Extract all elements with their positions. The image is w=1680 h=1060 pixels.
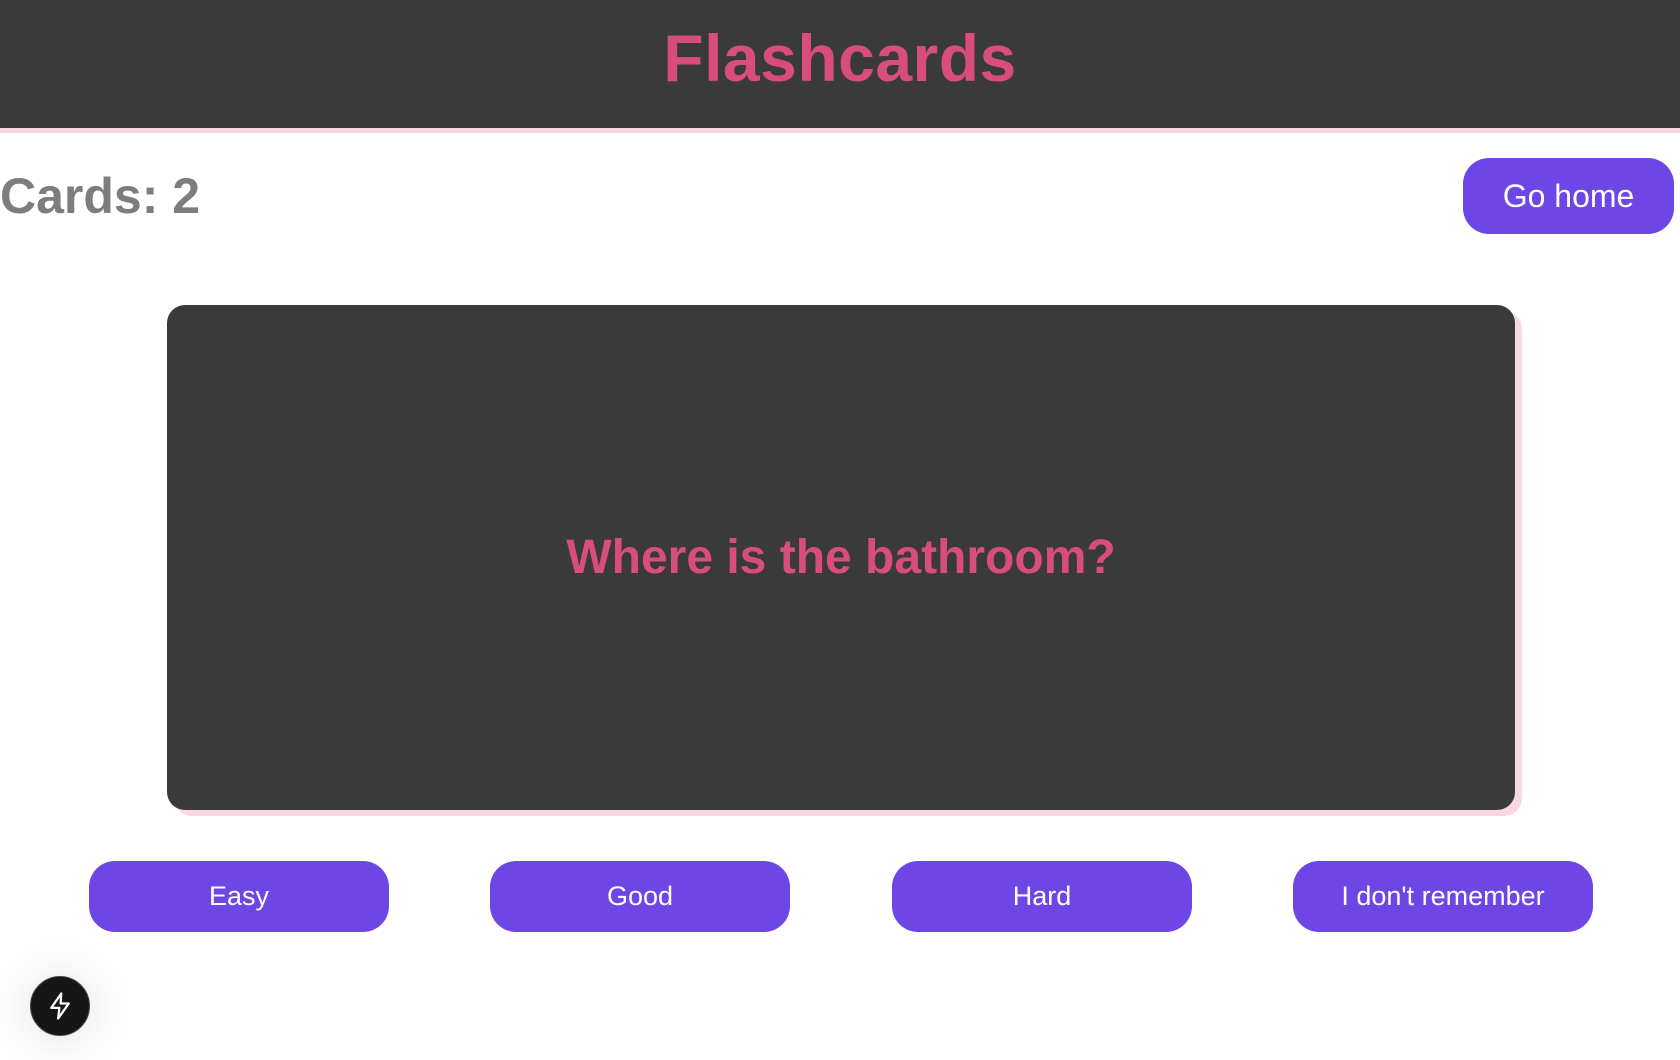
app-header: Flashcards — [0, 0, 1680, 133]
easy-button[interactable]: Easy — [89, 861, 389, 932]
page-title: Flashcards — [663, 21, 1017, 95]
dev-tools-badge[interactable] — [30, 976, 90, 1036]
card-count: Cards: 2 — [0, 168, 201, 224]
go-home-button[interactable]: Go home — [1463, 158, 1674, 234]
hard-button[interactable]: Hard — [892, 861, 1192, 932]
good-button[interactable]: Good — [490, 861, 790, 932]
flashcard-question: Where is the bathroom? — [566, 531, 1116, 584]
dont-remember-button[interactable]: I don't remember — [1293, 861, 1593, 932]
answer-button-row: Easy Good Hard I don't remember — [0, 861, 1680, 932]
lightning-bolt-icon — [50, 992, 70, 1020]
flashcard[interactable]: Where is the bathroom? — [167, 305, 1515, 810]
